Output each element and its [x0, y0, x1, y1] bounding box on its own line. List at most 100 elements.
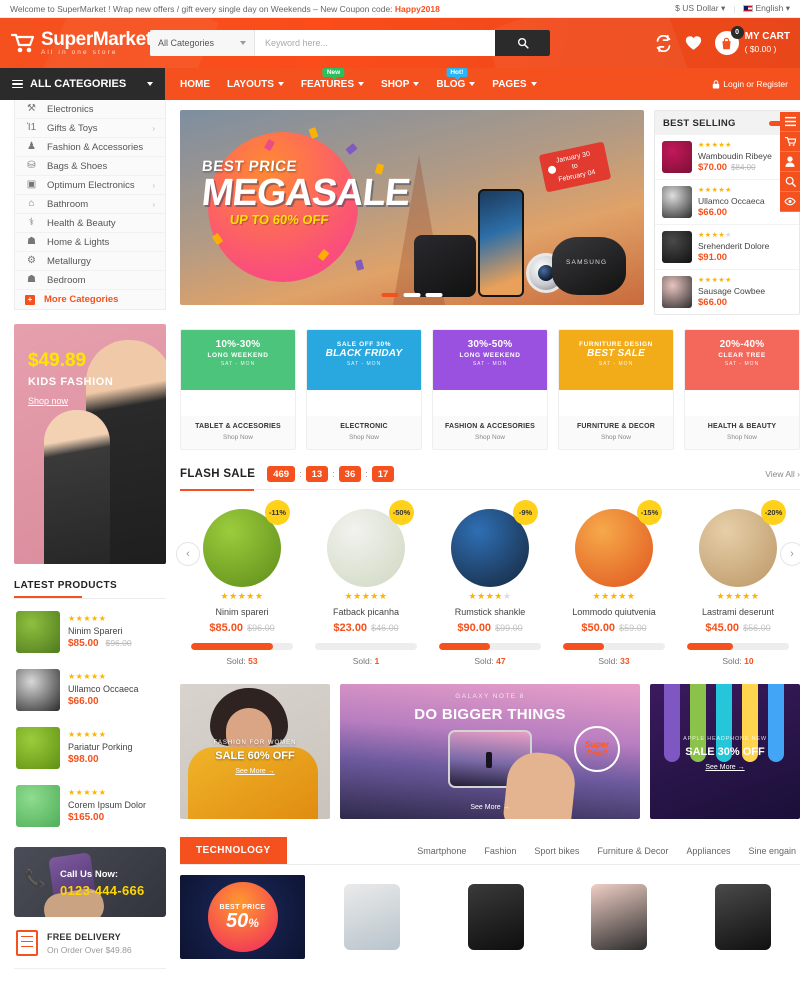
nav-item-layouts[interactable]: LAYOUTS [227, 79, 284, 90]
slider-dot-1[interactable] [381, 293, 399, 297]
category-item-8[interactable]: ⚙ Metallurgy [15, 252, 165, 271]
flash-sale-card-0[interactable]: -11% ★★★★★ Ninim spareri $85.00 $96.00 So… [180, 498, 304, 674]
slider-dot-2[interactable] [403, 293, 421, 297]
wishlist-heart-icon[interactable] [685, 35, 702, 51]
category-item-5[interactable]: ⌂ Bathroom › [15, 195, 165, 214]
promo-base [685, 390, 799, 416]
banner1-cta[interactable]: See More → [180, 768, 330, 775]
nav-item-pages[interactable]: PAGES [492, 79, 537, 90]
best-selling-item[interactable]: ★★★★★ Wamboudin Ribeye $70.00 $84.00 [655, 135, 799, 180]
promo-base [181, 390, 295, 416]
search-submit-button[interactable] [495, 30, 550, 56]
promo-shop-link[interactable]: Shop Now [685, 434, 799, 441]
document-icon [16, 930, 38, 956]
slider-dot-3[interactable] [425, 293, 443, 297]
tech-tab-4[interactable]: Appliances [686, 846, 730, 856]
hero-slider[interactable]: BEST PRICE MEGASALE UP TO 60% OFF SAMSUN… [180, 110, 644, 305]
flash-sale-card-3[interactable]: -15% ★★★★★ Lommodo quiutvenia $50.00 $59.… [552, 498, 676, 674]
nav-item-shop[interactable]: SHOP [381, 78, 420, 90]
promo-card-4[interactable]: 20%-40% CLEAR TREE SAT - MON HEALTH & BE… [684, 329, 800, 450]
promo-shop-link[interactable]: Shop Now [307, 434, 421, 441]
galaxy-note-banner[interactable]: GALAXY NOTE 8 DO BIGGER THINGS Super Deal… [340, 684, 640, 819]
technology-promo-card[interactable]: BEST PRICE 50% [180, 875, 305, 959]
category-item-3[interactable]: ⛁ Bags & Shoes [15, 157, 165, 176]
cart-icon[interactable] [780, 132, 800, 152]
flash-sale-card-4[interactable]: -20% ★★★★★ Lastrami deserunt $45.00 $56.0… [676, 498, 800, 674]
category-item-9[interactable]: ☗ Bedroom [15, 271, 165, 290]
compare-icon[interactable] [655, 34, 672, 52]
product-price: $45.00 $56.00 [705, 622, 771, 634]
hero-slider-dots[interactable] [381, 293, 443, 297]
watch-product[interactable] [563, 875, 677, 959]
flash-sale-prev-button[interactable]: ‹ [176, 542, 200, 566]
nav-item-label: FEATURES [300, 78, 355, 90]
search-input[interactable] [255, 30, 495, 56]
call-us-banner[interactable]: 📞 Call Us Now: 0123-444-666 [14, 847, 166, 917]
category-label: Fashion & Accessories [47, 141, 144, 153]
flash-sale-view-all[interactable]: View All › [765, 469, 800, 479]
category-item-2[interactable]: ♟ Fashion & Accessories [15, 138, 165, 157]
category-item-4[interactable]: ▣ Optimum Electronics › [15, 176, 165, 195]
login-register-link[interactable]: Login or Register [712, 68, 800, 100]
search-category-dropdown[interactable]: All Categories [150, 30, 255, 56]
category-item-6[interactable]: ⚕ Health & Beauty [15, 214, 165, 233]
speaker-product[interactable] [439, 875, 553, 959]
promo-base [559, 390, 673, 416]
latest-product-item[interactable]: ★★★★★ Corem Ipsum Dolor $165.00 [14, 777, 166, 835]
promo-card-1[interactable]: SALE OFF 30% BLACK FRIDAY SAT - MON ELEC… [306, 329, 422, 450]
user-icon[interactable] [780, 152, 800, 172]
site-logo[interactable]: SuperMarket All in one store [10, 30, 152, 57]
promo-card-2[interactable]: 30%-50% LONG WEEKEND SAT - MON FASHION &… [432, 329, 548, 450]
tablet-product[interactable] [315, 875, 429, 959]
nav-item-label: SHOP [381, 78, 410, 90]
search-icon[interactable] [780, 172, 800, 192]
nav-item-blog[interactable]: Hot! BLOG [436, 67, 476, 90]
currency-selector[interactable]: $ US Dollar ▾ [675, 3, 725, 14]
tech-tab-0[interactable]: Smartphone [417, 846, 466, 856]
promo-card-3[interactable]: FURNITURE DESIGN BEST SALE SAT - MON FUR… [558, 329, 674, 450]
best-selling-item[interactable]: ★★★★★ Ullamco Occaeca $66.00 [655, 180, 799, 225]
fashion-women-banner[interactable]: FASHION FOR WOMEN SALE 60% OFF See More … [180, 684, 330, 819]
latest-product-item[interactable]: ★★★★★ Ullamco Occaeca $66.00 [14, 661, 166, 719]
language-selector[interactable]: English ▾ [743, 3, 790, 14]
chevron-down-icon [358, 82, 365, 86]
eye-icon[interactable] [780, 192, 800, 212]
banner2-cta[interactable]: See More → [340, 804, 640, 811]
cart-button[interactable]: 0 MY CART ( $0.00 ) [714, 26, 790, 55]
all-categories-button[interactable]: ALL CATEGORIES [0, 68, 165, 100]
latest-product-item[interactable]: ★★★★★ Pariatur Porking $98.00 [14, 719, 166, 777]
discount-badge: -9% [513, 500, 538, 525]
technology-button[interactable]: TECHNOLOGY [180, 837, 287, 864]
promo-shop-link[interactable]: Shop Now [559, 434, 673, 441]
promo-line1: SALE OFF 30% [336, 341, 392, 348]
category-item-1[interactable]: Ἰ1 Gifts & Toys › [15, 119, 165, 138]
latest-product-item[interactable]: ★★★★★ Ninim Spareri $85.00 $96.00 [14, 603, 166, 661]
tech-tab-1[interactable]: Fashion [484, 846, 516, 856]
promo-shop-link[interactable]: Shop Now [433, 434, 547, 441]
apple-headphone-banner[interactable]: APPLE HEADPHONE NEW SALE 30% OFF See Mor… [650, 684, 800, 819]
nav-item-features[interactable]: New FEATURES [300, 67, 365, 90]
banner3-cta[interactable]: See More → [650, 764, 800, 771]
best-selling-item[interactable]: ★★★★★ Srehenderit Dolore $91.00 [655, 225, 799, 270]
category-item-0[interactable]: ⚒ Electronics [15, 100, 165, 119]
promo-shop-link[interactable]: Shop Now [181, 434, 295, 441]
tech-tab-3[interactable]: Furniture & Decor [597, 846, 668, 856]
tech-tab-2[interactable]: Sport bikes [534, 846, 579, 856]
bed-icon: ☗ [27, 274, 36, 285]
product-name: Pariatur Porking [68, 742, 133, 752]
category-item-7[interactable]: ☗ Home & Lights [15, 233, 165, 252]
headphone-product[interactable] [686, 875, 800, 959]
category-item-10[interactable]: + More Categories [15, 290, 165, 309]
flash-sale-card-1[interactable]: -50% ★★★★★ Fatback picanha $23.00 $46.00 … [304, 498, 428, 674]
kids-banner-cta[interactable]: Shop now [28, 396, 68, 406]
flash-sale-next-button[interactable]: › [780, 542, 800, 566]
tech-tab-5[interactable]: Sine engain [748, 846, 796, 856]
flash-sale-card-2[interactable]: -9% ★★★★★ Rumstick shankle $90.00 $99.00 … [428, 498, 552, 674]
nav-item-home[interactable]: HOME [180, 79, 210, 90]
best-selling-item[interactable]: ★★★★★ Sausage Cowbee $66.00 [655, 270, 799, 314]
promo-line1: 30%-50% [467, 339, 513, 350]
menu-icon[interactable] [780, 112, 800, 132]
technology-product-row: BEST PRICE 50% [180, 865, 800, 959]
promo-card-0[interactable]: 10%-30% LONG WEEKEND SAT - MON TABLET & … [180, 329, 296, 450]
kids-fashion-banner[interactable]: $49.89 KIDS FASHION Shop now [14, 324, 166, 564]
